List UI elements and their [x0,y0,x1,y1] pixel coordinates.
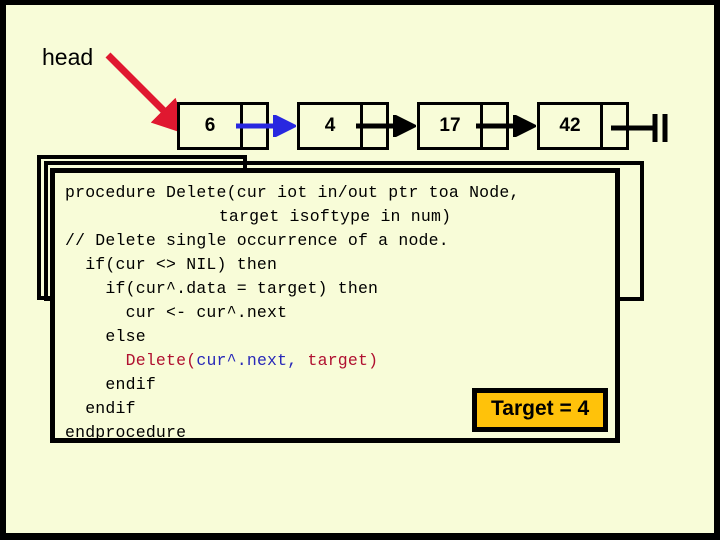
head-label: head [42,44,94,70]
link-arrow-blue-icon [236,115,296,137]
code-line-recursive-call: Delete(cur^.next, target) [65,349,605,373]
code-line: // Delete single occurrence of a node. [65,231,449,250]
slide-canvas: head 6 4 17 42 procedure Delete(cur iot … [6,5,714,533]
code-line: cur <- cur^.next [65,303,288,322]
null-ground-icon [611,114,668,142]
target-badge: Target = 4 [472,388,609,432]
code-token: Delete( [125,351,197,370]
code-line: procedure Delete(cur iot in/out ptr toa … [65,183,520,202]
code-line: else [65,327,146,346]
code-line: if(cur^.data = target) then [65,279,379,298]
link-arrow-black-icon [356,115,416,137]
code-token: target) [307,351,379,370]
code-line: if(cur <> NIL) then [65,255,278,274]
code-line: target isoftype in num) [218,207,452,226]
slide: head 6 4 17 42 procedure Delete(cur iot … [0,0,720,540]
link-arrow-black-icon [476,115,536,137]
node-value: 42 [537,102,603,150]
code-token: cur^.next, [196,351,298,370]
code-panel: procedure Delete(cur iot in/out ptr toa … [50,168,620,443]
